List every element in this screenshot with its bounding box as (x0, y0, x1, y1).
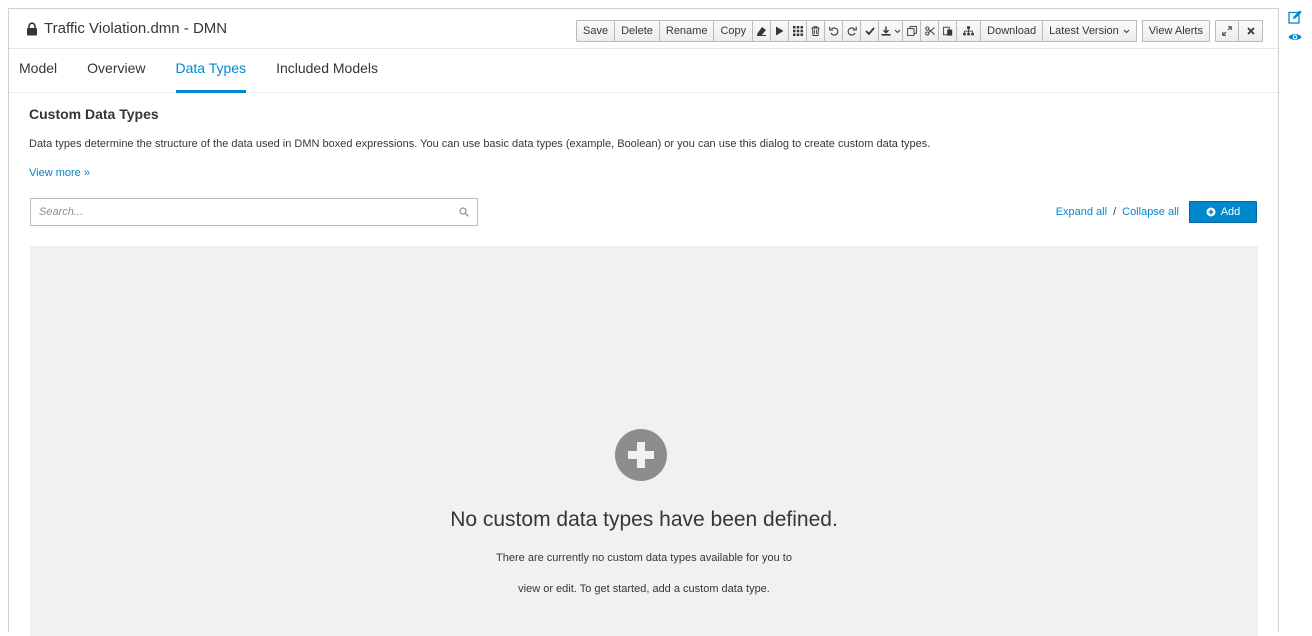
actions-separator: / (1113, 206, 1117, 218)
trash-button[interactable] (807, 20, 826, 42)
trash-icon (811, 26, 820, 36)
redo-button[interactable] (843, 20, 862, 42)
plus-circle-icon (615, 429, 667, 481)
eraser-icon (757, 27, 767, 36)
collapse-all-link[interactable]: Collapse all (1122, 206, 1179, 218)
chevron-down-icon (894, 29, 900, 33)
close-icon (1246, 27, 1255, 35)
add-button-label: Add (1220, 206, 1241, 218)
redo-icon (847, 26, 857, 36)
toolbar: Save Delete Rename Copy Download Latest … (576, 20, 1263, 42)
view-more-link[interactable]: View more » (29, 167, 90, 179)
tab-data-types[interactable]: Data Types (175, 49, 247, 93)
plus-circle-icon (1206, 207, 1216, 217)
save-button[interactable]: Save (576, 20, 616, 42)
eye-icon[interactable] (1288, 31, 1302, 43)
download-icon (881, 26, 891, 36)
title-bar: Traffic Violation.dmn - DMN Save Delete … (9, 9, 1278, 49)
undo-button[interactable] (825, 20, 844, 42)
validate-button[interactable] (861, 20, 880, 42)
latest-version-dropdown[interactable]: Latest Version (1043, 20, 1137, 42)
search-box (30, 198, 478, 226)
toolbar-main-group: Save Delete Rename Copy Download Latest … (576, 20, 1137, 42)
close-button[interactable] (1239, 20, 1263, 42)
window-title-text: Traffic Violation.dmn - DMN (44, 20, 228, 37)
toolbar-alerts-group: View Alerts (1141, 20, 1210, 42)
cut-icon (924, 26, 935, 36)
search-icon (459, 207, 469, 217)
rename-button[interactable]: Rename (659, 20, 715, 42)
search-input[interactable] (31, 199, 451, 225)
hierarchy-icon (963, 26, 974, 36)
latest-version-label: Latest Version (1049, 25, 1119, 37)
add-button[interactable]: Add (1189, 201, 1257, 223)
tab-overview[interactable]: Overview (87, 49, 145, 93)
empty-state: No custom data types have been defined. … (30, 246, 1258, 636)
empty-state-title: No custom data types have been defined. (450, 508, 838, 531)
empty-state-text-line2: view or edit. To get started, add a cust… (518, 583, 770, 595)
export-dropdown[interactable] (879, 20, 904, 42)
check-icon (865, 27, 875, 35)
tab-included-models[interactable]: Included Models (276, 49, 378, 93)
hierarchy-button[interactable] (957, 20, 982, 42)
window-title: Traffic Violation.dmn - DMN (26, 20, 227, 37)
eraser-button[interactable] (753, 20, 772, 42)
search-button[interactable] (451, 207, 477, 217)
grid-icon (792, 26, 803, 36)
section-description: Data types determine the structure of th… (29, 138, 931, 150)
copy-button[interactable]: Copy (714, 20, 754, 42)
paste-icon (942, 26, 952, 36)
maximize-button[interactable] (1215, 20, 1239, 42)
play-icon (776, 26, 784, 36)
expand-icon (1222, 26, 1232, 36)
lock-icon (27, 21, 37, 35)
undo-icon (828, 26, 839, 36)
paste-button[interactable] (939, 20, 958, 42)
tab-model[interactable]: Model (19, 49, 57, 93)
list-actions: Expand all / Collapse all Add (1056, 201, 1257, 223)
empty-state-text-line1: There are currently no custom data types… (496, 552, 792, 564)
view-alerts-button[interactable]: View Alerts (1141, 20, 1210, 42)
duplicate-button[interactable] (903, 20, 922, 42)
chevron-down-icon (1123, 29, 1130, 33)
cut-button[interactable] (921, 20, 940, 42)
expand-all-link[interactable]: Expand all (1056, 206, 1107, 218)
grid-button[interactable] (789, 20, 808, 42)
download-button[interactable]: Download (981, 20, 1044, 42)
editor-tabs: Model Overview Data Types Included Model… (9, 49, 1278, 93)
toolbar-window-group (1215, 20, 1263, 42)
edit-icon[interactable] (1288, 10, 1302, 24)
editor-frame: Traffic Violation.dmn - DMN Save Delete … (8, 8, 1279, 636)
section-heading: Custom Data Types (29, 106, 159, 122)
delete-button[interactable]: Delete (615, 20, 660, 42)
duplicate-icon (906, 26, 917, 36)
run-button[interactable] (771, 20, 790, 42)
